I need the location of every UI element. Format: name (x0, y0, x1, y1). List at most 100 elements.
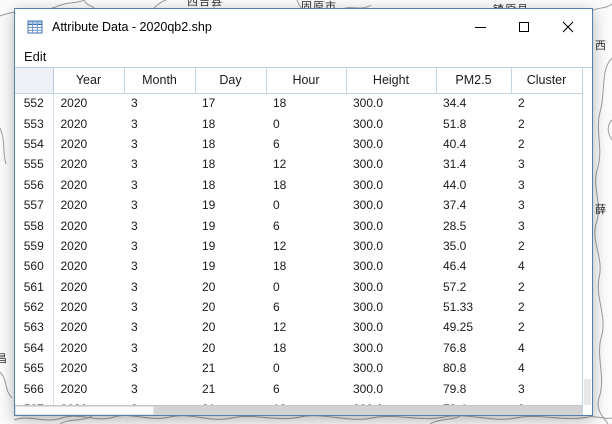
data-cell[interactable]: 3 (124, 134, 195, 154)
data-cell[interactable]: 300.0 (346, 256, 436, 276)
row-number-cell[interactable]: 557 (15, 195, 53, 215)
data-cell[interactable]: 0 (266, 358, 346, 378)
data-cell[interactable]: 3 (124, 195, 195, 215)
data-cell[interactable]: 49.25 (436, 317, 511, 337)
row-number-cell[interactable]: 559 (15, 236, 53, 256)
row-number-cell[interactable]: 560 (15, 256, 53, 276)
data-cell[interactable]: 80.8 (436, 358, 511, 378)
data-cell[interactable]: 76.8 (436, 338, 511, 358)
data-cell[interactable]: 2020 (53, 236, 124, 256)
data-cell[interactable]: 19 (195, 215, 266, 235)
data-cell[interactable]: 2020 (53, 338, 124, 358)
data-cell[interactable]: 4 (511, 358, 582, 378)
data-cell[interactable]: 17 (195, 93, 266, 113)
data-cell[interactable]: 300.0 (346, 338, 436, 358)
data-cell[interactable]: 6 (266, 215, 346, 235)
data-cell[interactable]: 300.0 (346, 175, 436, 195)
data-cell[interactable]: 3 (511, 195, 582, 215)
data-cell[interactable]: 18 (195, 134, 266, 154)
horizontal-scrollbar[interactable] (15, 405, 582, 415)
data-cell[interactable]: 3 (124, 154, 195, 174)
data-cell[interactable]: 18 (266, 93, 346, 113)
data-cell[interactable]: 79.8 (436, 378, 511, 398)
data-cell[interactable]: 300.0 (346, 93, 436, 113)
data-cell[interactable]: 4 (511, 256, 582, 276)
data-cell[interactable]: 20 (195, 277, 266, 297)
column-header-height[interactable]: Height (346, 68, 436, 93)
data-cell[interactable]: 44.0 (436, 175, 511, 195)
data-cell[interactable]: 300.0 (346, 297, 436, 317)
row-number-cell[interactable]: 561 (15, 277, 53, 297)
data-cell[interactable]: 300.0 (346, 277, 436, 297)
data-cell[interactable]: 12 (266, 317, 346, 337)
data-cell[interactable]: 3 (124, 277, 195, 297)
maximize-button[interactable] (502, 9, 546, 45)
data-cell[interactable]: 57.2 (436, 277, 511, 297)
data-cell[interactable]: 300.0 (346, 134, 436, 154)
data-cell[interactable]: 2020 (53, 175, 124, 195)
data-cell[interactable]: 300.0 (346, 317, 436, 337)
data-cell[interactable]: 20 (195, 297, 266, 317)
data-cell[interactable]: 2020 (53, 154, 124, 174)
data-cell[interactable]: 4 (511, 338, 582, 358)
data-cell[interactable]: 3 (511, 378, 582, 398)
data-cell[interactable]: 35.0 (436, 236, 511, 256)
row-number-cell[interactable]: 563 (15, 317, 53, 337)
row-number-cell[interactable]: 558 (15, 215, 53, 235)
row-number-cell[interactable]: 566 (15, 378, 53, 398)
data-cell[interactable]: 3 (511, 154, 582, 174)
data-cell[interactable]: 0 (266, 277, 346, 297)
row-number-cell[interactable]: 552 (15, 93, 53, 113)
data-cell[interactable]: 20 (195, 317, 266, 337)
data-cell[interactable]: 3 (124, 378, 195, 398)
data-cell[interactable]: 20 (195, 338, 266, 358)
data-cell[interactable]: 6 (266, 297, 346, 317)
data-cell[interactable]: 0 (266, 113, 346, 133)
data-cell[interactable]: 300.0 (346, 215, 436, 235)
data-cell[interactable]: 37.4 (436, 195, 511, 215)
data-cell[interactable]: 40.4 (436, 134, 511, 154)
data-cell[interactable]: 6 (266, 134, 346, 154)
data-cell[interactable]: 28.5 (436, 215, 511, 235)
row-number-cell[interactable]: 554 (15, 134, 53, 154)
data-cell[interactable]: 34.4 (436, 93, 511, 113)
data-cell[interactable]: 2020 (53, 317, 124, 337)
data-cell[interactable]: 300.0 (346, 195, 436, 215)
row-number-cell[interactable]: 564 (15, 338, 53, 358)
column-header-day[interactable]: Day (195, 68, 266, 93)
data-cell[interactable]: 2 (511, 236, 582, 256)
data-cell[interactable]: 3 (124, 297, 195, 317)
data-cell[interactable]: 2020 (53, 113, 124, 133)
data-cell[interactable]: 2 (511, 113, 582, 133)
data-cell[interactable]: 3 (124, 236, 195, 256)
data-cell[interactable]: 0 (266, 195, 346, 215)
data-cell[interactable]: 2 (511, 317, 582, 337)
data-cell[interactable]: 2 (511, 134, 582, 154)
corner-header-cell[interactable] (15, 68, 53, 93)
data-cell[interactable]: 300.0 (346, 358, 436, 378)
data-cell[interactable]: 2020 (53, 277, 124, 297)
data-cell[interactable]: 2020 (53, 215, 124, 235)
menu-edit[interactable]: Edit (20, 47, 50, 66)
data-cell[interactable]: 3 (511, 215, 582, 235)
data-cell[interactable]: 46.4 (436, 256, 511, 276)
data-cell[interactable]: 2020 (53, 93, 124, 113)
data-cell[interactable]: 18 (195, 175, 266, 195)
data-cell[interactable]: 3 (124, 317, 195, 337)
row-number-cell[interactable]: 553 (15, 113, 53, 133)
data-cell[interactable]: 300.0 (346, 236, 436, 256)
data-cell[interactable]: 2020 (53, 378, 124, 398)
data-cell[interactable]: 21 (195, 358, 266, 378)
vertical-scrollbar[interactable] (582, 68, 592, 415)
data-cell[interactable]: 18 (195, 113, 266, 133)
data-cell[interactable]: 19 (195, 195, 266, 215)
data-cell[interactable]: 12 (266, 236, 346, 256)
column-header-pm2-5[interactable]: PM2.5 (436, 68, 511, 93)
column-header-year[interactable]: Year (53, 68, 124, 93)
data-cell[interactable]: 3 (124, 358, 195, 378)
data-cell[interactable]: 18 (195, 154, 266, 174)
data-cell[interactable]: 2020 (53, 297, 124, 317)
row-number-cell[interactable]: 556 (15, 175, 53, 195)
data-cell[interactable]: 18 (266, 256, 346, 276)
data-cell[interactable]: 2 (511, 277, 582, 297)
